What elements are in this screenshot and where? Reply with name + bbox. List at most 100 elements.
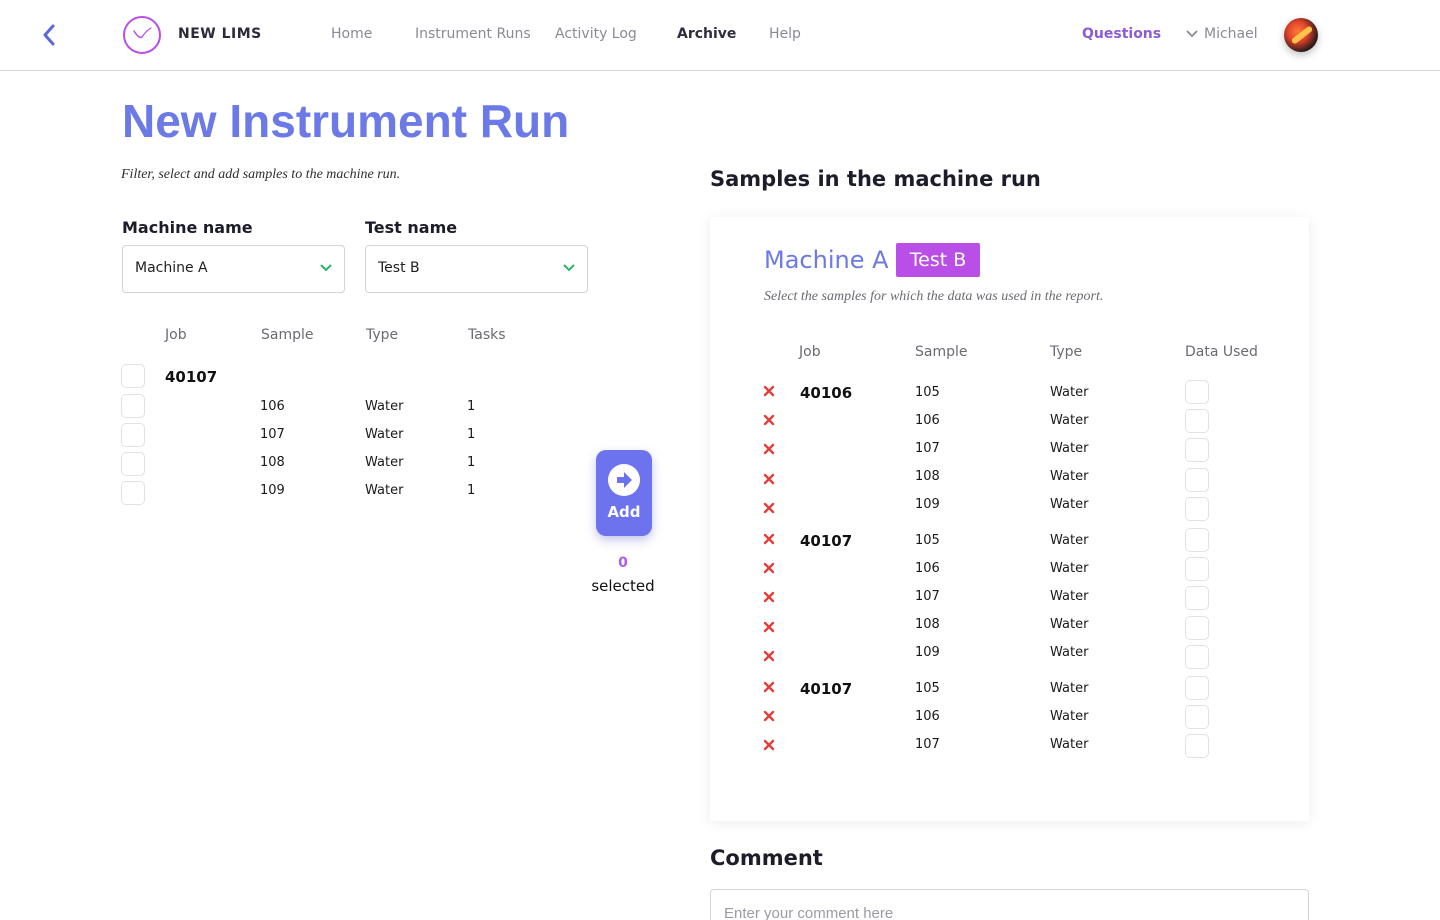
data-used-checkbox[interactable] (1185, 586, 1209, 610)
data-used-checkbox[interactable] (1185, 645, 1209, 669)
remove-icon[interactable] (763, 736, 775, 751)
arrow-right-icon (608, 464, 640, 496)
sample-type: Water (1050, 645, 1089, 660)
data-used-checkbox[interactable] (1185, 409, 1209, 433)
clock-logo-icon (122, 15, 162, 55)
sample-type: Water (1050, 681, 1089, 696)
data-used-checkbox[interactable] (1185, 734, 1209, 758)
chevron-down-icon (320, 264, 332, 272)
selected-label: selected (591, 577, 655, 595)
test-badge: Test B (896, 243, 980, 277)
page-subtitle: Filter, select and add samples to the ma… (121, 167, 401, 182)
comment-input[interactable] (710, 889, 1309, 920)
sample-id: 106 (915, 413, 940, 428)
job-id: 40107 (800, 680, 853, 698)
remove-icon[interactable] (763, 588, 775, 603)
data-used-checkbox[interactable] (1185, 557, 1209, 581)
col-type: Type (1050, 344, 1083, 360)
sample-id: 108 (915, 617, 940, 632)
sample-id: 105 (915, 385, 940, 400)
job-id: 40107 (800, 532, 853, 550)
sample-type: Water (365, 399, 404, 414)
col-type: Type (366, 327, 399, 343)
machine-select-value: Machine A (135, 260, 208, 276)
page-title: New Instrument Run (122, 95, 570, 147)
data-used-checkbox[interactable] (1185, 380, 1209, 404)
nav-help[interactable]: Help (769, 26, 801, 42)
add-button-label: Add (607, 503, 641, 521)
sample-id: 105 (915, 533, 940, 548)
nav-home[interactable]: Home (331, 26, 372, 42)
run-card-subtitle: Select the samples for which the data wa… (764, 289, 1104, 304)
remove-icon[interactable] (763, 678, 775, 693)
nav-archive[interactable]: Archive (677, 26, 736, 42)
sample-type: Water (1050, 617, 1089, 632)
sample-type: Water (1050, 441, 1089, 456)
col-tasks: Tasks (468, 327, 506, 343)
sample-checkbox[interactable] (121, 481, 145, 505)
sample-id: 107 (915, 441, 940, 456)
back-chevron-icon[interactable] (38, 22, 62, 48)
remove-icon[interactable] (763, 559, 775, 574)
sample-id: 105 (915, 681, 940, 696)
sample-type: Water (1050, 709, 1089, 724)
chevron-down-icon (1186, 30, 1198, 38)
test-select[interactable]: Test B (365, 245, 588, 293)
sample-type: Water (365, 427, 404, 442)
run-machine-name: Machine A (764, 246, 889, 274)
remove-icon[interactable] (763, 382, 775, 397)
sample-id: 109 (915, 497, 940, 512)
data-used-checkbox[interactable] (1185, 528, 1209, 552)
col-job: Job (799, 344, 821, 360)
chevron-down-icon (563, 264, 575, 272)
test-select-value: Test B (378, 260, 420, 276)
top-header: NEW LIMS Home Instrument Runs Activity L… (0, 0, 1440, 71)
sample-id: 109 (915, 645, 940, 660)
test-name-label: Test name (365, 218, 458, 237)
sample-type: Water (365, 455, 404, 470)
data-used-checkbox[interactable] (1185, 616, 1209, 640)
avatar[interactable] (1284, 18, 1318, 52)
remove-icon[interactable] (763, 707, 775, 722)
job-select-checkbox[interactable] (121, 364, 145, 388)
run-section-title: Samples in the machine run (710, 167, 1041, 191)
sample-checkbox[interactable] (121, 452, 145, 476)
sample-tasks: 1 (467, 399, 476, 414)
data-used-checkbox[interactable] (1185, 676, 1209, 700)
add-button[interactable]: Add (596, 450, 652, 536)
machine-name-label: Machine name (122, 218, 253, 237)
user-menu[interactable]: Michael (1186, 26, 1258, 42)
job-id: 40107 (165, 368, 218, 386)
remove-icon[interactable] (763, 411, 775, 426)
sample-id: 108 (915, 469, 940, 484)
remove-icon[interactable] (763, 440, 775, 455)
sample-checkbox[interactable] (121, 423, 145, 447)
remove-icon[interactable] (763, 647, 775, 662)
sample-id: 106 (915, 561, 940, 576)
sample-id: 107 (915, 589, 940, 604)
col-sample: Sample (915, 344, 968, 360)
remove-icon[interactable] (763, 499, 775, 514)
sample-type: Water (1050, 497, 1089, 512)
nav-instrument-runs[interactable]: Instrument Runs (415, 26, 531, 42)
data-used-checkbox[interactable] (1185, 468, 1209, 492)
run-card (710, 217, 1309, 821)
data-used-checkbox[interactable] (1185, 705, 1209, 729)
sample-type: Water (1050, 589, 1089, 604)
col-job: Job (165, 327, 187, 343)
remove-icon[interactable] (763, 470, 775, 485)
sample-type: Water (365, 483, 404, 498)
remove-icon[interactable] (763, 530, 775, 545)
questions-link[interactable]: Questions (1082, 26, 1161, 42)
nav-activity-log[interactable]: Activity Log (555, 26, 637, 42)
sample-tasks: 1 (467, 455, 476, 470)
sample-type: Water (1050, 737, 1089, 752)
sample-type: Water (1050, 533, 1089, 548)
sample-type: Water (1050, 413, 1089, 428)
remove-icon[interactable] (763, 618, 775, 633)
machine-select[interactable]: Machine A (122, 245, 345, 293)
data-used-checkbox[interactable] (1185, 497, 1209, 521)
data-used-checkbox[interactable] (1185, 438, 1209, 462)
selected-count: 0 (618, 555, 628, 571)
sample-checkbox[interactable] (121, 394, 145, 418)
